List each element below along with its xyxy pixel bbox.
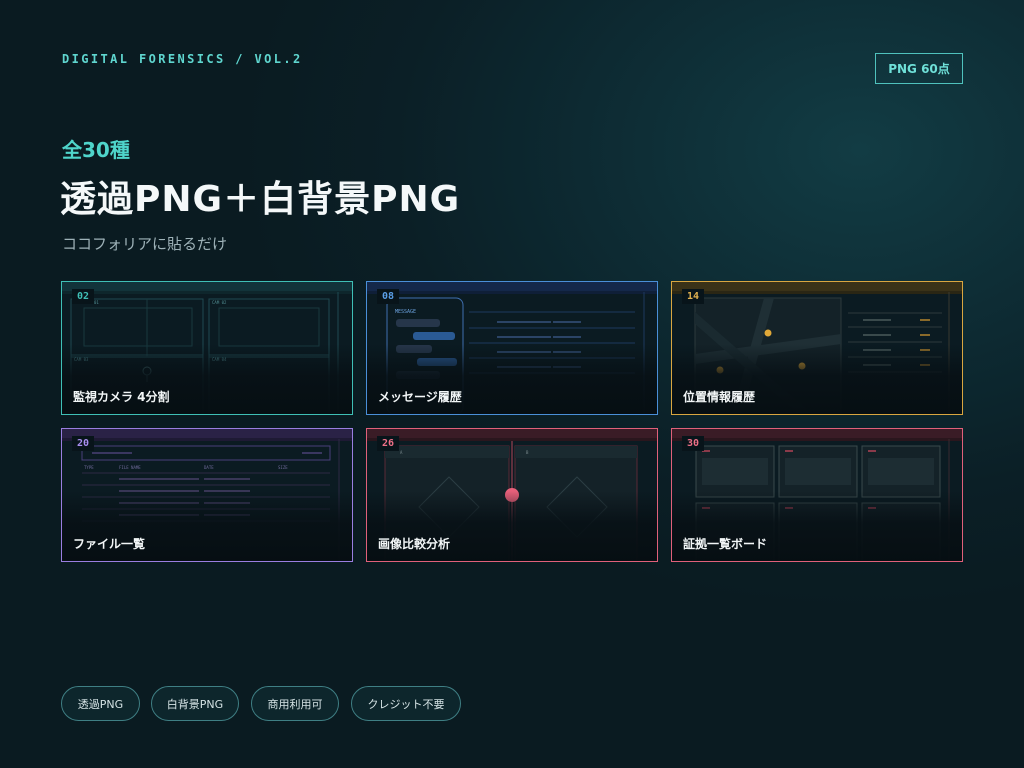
tag-commercial-use: 商用利用可: [251, 686, 339, 721]
message-heading: MESSAGE: [395, 309, 416, 315]
card-number: 14: [682, 289, 705, 304]
file-column-header: SIZE: [278, 465, 288, 470]
card-label: 証拠一覧ボード: [683, 537, 768, 551]
file-column-header: DATE: [204, 465, 214, 470]
card-number: 30: [682, 436, 705, 451]
eyebrow-title: DIGITAL FORENSICS / VOL.2: [62, 52, 303, 66]
png-count-badge: PNG 60点: [875, 53, 963, 84]
subtitle: ココフォリアに貼るだけ: [62, 235, 228, 253]
card-label: 監視カメラ 4分割: [73, 390, 170, 404]
card-label: ファイル一覧: [73, 537, 146, 551]
file-column-header: TYPE: [84, 465, 94, 470]
kicker: 全30種: [62, 138, 130, 162]
card-label: 画像比較分析: [378, 537, 451, 551]
card-number: 26: [377, 436, 400, 451]
tag-no-credit: クレジット不要: [351, 686, 461, 721]
file-column-header: FILE NAME: [119, 465, 141, 470]
camera-label: 01: [94, 300, 99, 305]
card-messages[interactable]: MESSAGE 08 メッセージ履歴: [366, 281, 658, 415]
tag-transparent-png: 透過PNG: [61, 686, 140, 721]
card-compare[interactable]: A B 26 画像比較分析: [366, 428, 658, 562]
card-number: 20: [72, 436, 95, 451]
card-camera[interactable]: 01 CAM 02 CAM 03 CAM 04 02 監視カメラ 4分割: [61, 281, 353, 415]
tag-white-png: 白背景PNG: [151, 686, 239, 721]
camera-label: CAM 02: [212, 300, 227, 305]
card-evidence[interactable]: 30 証拠一覧ボード: [671, 428, 963, 562]
card-number: 08: [377, 289, 400, 304]
page-title: 透過PNG＋白背景PNG: [60, 179, 461, 220]
card-label: 位置情報履歴: [683, 390, 756, 404]
card-files[interactable]: TYPE FILE NAME DATE SIZE 20 ファイル一覧: [61, 428, 353, 562]
card-location[interactable]: 14 位置情報履歴: [671, 281, 963, 415]
card-label: メッセージ履歴: [378, 390, 462, 404]
card-number: 02: [72, 289, 95, 304]
